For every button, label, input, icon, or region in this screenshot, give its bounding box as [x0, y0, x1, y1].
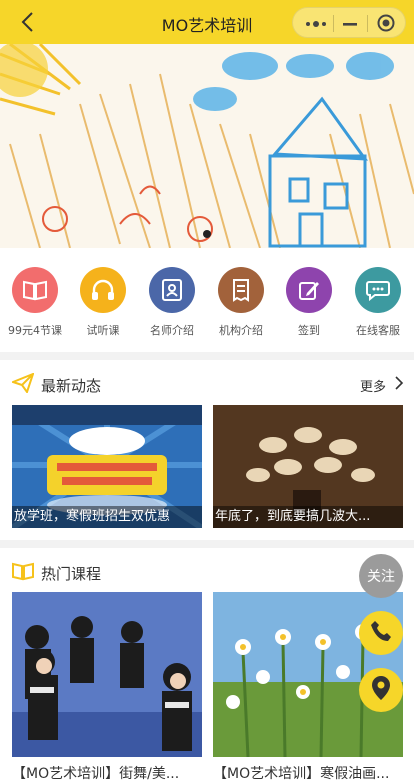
- courses-header: 热门课程: [0, 548, 414, 594]
- course-title: 【MO艺术培训】寒假油画...: [213, 766, 390, 780]
- menu-label: 试听课: [86, 324, 120, 337]
- courses-section: 热门课程 【MO艺术培训】街舞/美... 【MO艺术培训】寒假油画...: [0, 548, 414, 780]
- menu-label: 99元4节课: [8, 324, 62, 337]
- menu-item-checkin[interactable]: 签到: [274, 267, 344, 338]
- news-caption: 放学班，寒假班招生双优惠: [12, 506, 202, 528]
- menu-item-audition[interactable]: 试听课: [68, 267, 138, 338]
- news-title: 最新动态: [41, 377, 102, 395]
- phone-icon: [369, 619, 393, 647]
- quick-menu: 99元4节课 试听课 名师介绍 机构介绍 签到 在线客服: [0, 248, 414, 352]
- minimize-icon[interactable]: [342, 16, 358, 30]
- chevron-right-icon[interactable]: [394, 375, 404, 395]
- mini-program-capsule: [292, 7, 406, 38]
- top-bar: MO艺术培训: [0, 0, 414, 44]
- news-caption: 年底了，到底要搞几波大...: [213, 506, 403, 528]
- menu-label: 机构介绍: [219, 324, 263, 337]
- menu-label: 在线客服: [356, 324, 400, 337]
- follow-button[interactable]: 关注: [359, 554, 403, 598]
- open-book-icon: [12, 561, 34, 585]
- courses-title: 热门课程: [41, 565, 102, 583]
- course-card[interactable]: 【MO艺术培训】街舞/美...: [12, 592, 202, 780]
- banner-image[interactable]: [0, 44, 414, 248]
- menu-label: 名师介绍: [150, 324, 194, 337]
- menu-item-customer-service[interactable]: 在线客服: [343, 267, 413, 338]
- news-section: 最新动态 更多 放学班，寒假班招生双优惠 年底了，到底要搞几波大...: [0, 360, 414, 540]
- news-card[interactable]: 年底了，到底要搞几波大...: [213, 405, 403, 528]
- headphones-icon: [80, 267, 126, 313]
- menu-item-teachers[interactable]: 名师介绍: [137, 267, 207, 338]
- news-more-link[interactable]: 更多: [360, 376, 386, 395]
- course-thumbnail: [12, 592, 202, 757]
- menu-label: 签到: [298, 324, 320, 337]
- edit-icon: [286, 267, 332, 313]
- menu-item-trial-offer[interactable]: 99元4节课: [0, 267, 70, 338]
- chat-icon: [355, 267, 401, 313]
- location-pin-icon: [370, 675, 392, 705]
- close-target-icon[interactable]: [377, 14, 395, 32]
- teacher-icon: [149, 267, 195, 313]
- phone-button[interactable]: [359, 611, 403, 655]
- document-icon: [218, 267, 264, 313]
- book-icon: [12, 267, 58, 313]
- location-button[interactable]: [359, 668, 403, 712]
- paper-plane-icon: [10, 372, 35, 397]
- news-card[interactable]: 放学班，寒假班招生双优惠: [12, 405, 202, 528]
- news-header: 最新动态 更多: [0, 360, 414, 406]
- course-title: 【MO艺术培训】街舞/美...: [12, 766, 180, 780]
- menu-item-institution[interactable]: 机构介绍: [206, 267, 276, 338]
- more-dots-icon[interactable]: [303, 16, 329, 30]
